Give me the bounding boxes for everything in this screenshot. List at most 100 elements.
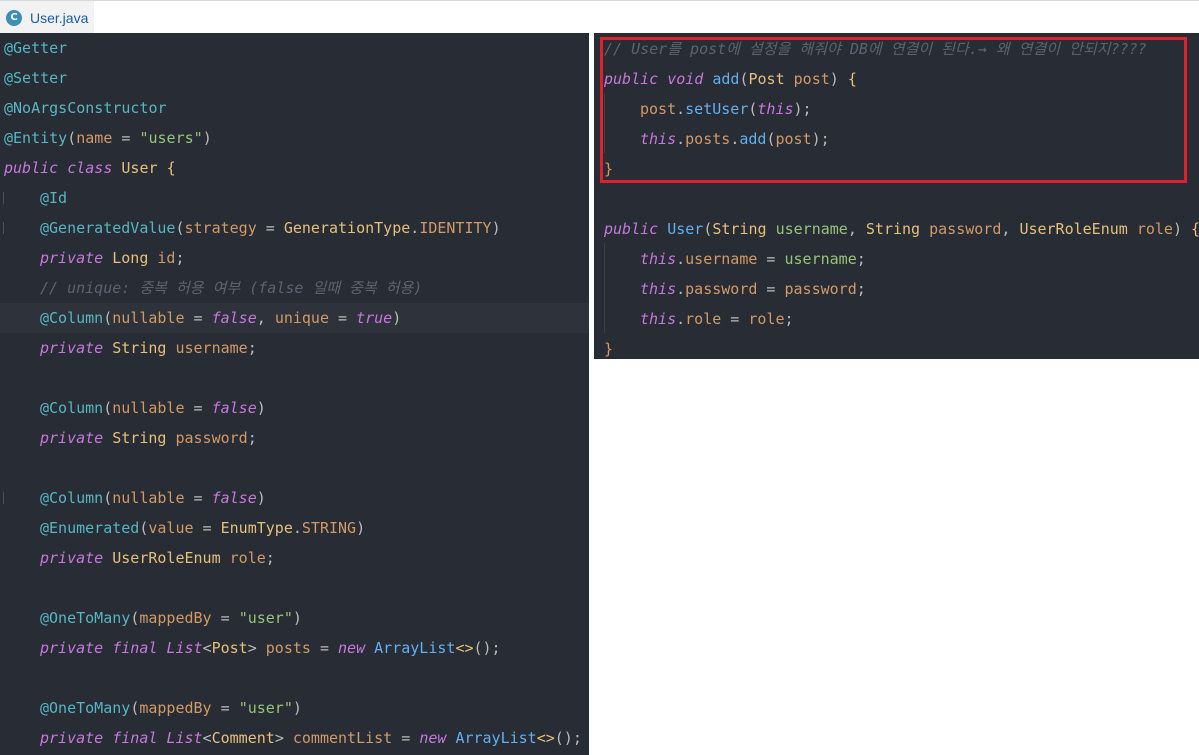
code-line: this.password = password; [640, 274, 866, 304]
code-token: private final [40, 639, 158, 657]
code-token: = [211, 699, 239, 717]
code-token: (); [554, 729, 582, 747]
code-line: this.role = role; [640, 304, 794, 334]
code-token: public [604, 220, 659, 238]
code-token: , [256, 309, 275, 327]
code-token: = [757, 280, 785, 298]
code-token: ) [292, 699, 302, 717]
code-token: } [604, 340, 614, 358]
code-token: { [1191, 220, 1199, 238]
code-token: <> [455, 639, 474, 657]
code-token: @Enumerated [40, 519, 140, 537]
code-token: ; [856, 280, 866, 298]
code-line: public User(String username, String pass… [604, 214, 1199, 244]
code-token: role [748, 310, 785, 328]
code-token: User [667, 220, 704, 238]
gutter-marker [0, 492, 4, 504]
code-token: Post [211, 639, 248, 657]
code-token: ) [392, 309, 402, 327]
code-token: @Getter [4, 39, 68, 57]
code-token: . [676, 250, 686, 268]
code-token: STRING [301, 519, 357, 537]
code-token: value [148, 519, 194, 537]
code-token: ( [130, 699, 140, 717]
code-line: } [604, 334, 613, 359]
code-token: = [256, 219, 284, 237]
code-token: @OneToMany [40, 609, 131, 627]
code-token: true [356, 309, 393, 327]
code-line: @Column(nullable = false, unique = true) [40, 303, 401, 333]
highlight-box [600, 37, 1187, 183]
code-token: = [184, 399, 212, 417]
code-token: List [166, 639, 203, 657]
code-token: commentList [292, 729, 393, 747]
code-token: ) [1172, 220, 1192, 238]
code-line: @Id [40, 183, 67, 213]
code-editor-left[interactable]: @Getter @Setter @NoArgsConstructor @Entity(… [0, 33, 589, 755]
code-token: @Column [40, 399, 104, 417]
code-token: false [211, 399, 257, 417]
code-token: = [310, 639, 339, 657]
code-token: UserRoleEnum [1019, 220, 1128, 238]
code-token: @Column [40, 489, 104, 507]
code-token: // unique: 중복 허용 여부 (false 일때 중복 허용) [40, 279, 423, 297]
code-token: ) [356, 519, 366, 537]
code-token: private [40, 339, 104, 357]
code-token: ; [247, 339, 257, 357]
code-line: @Column(nullable = false) [40, 393, 266, 423]
code-token: . [410, 219, 420, 237]
code-token: = [211, 609, 239, 627]
code-token: "user" [238, 699, 293, 717]
code-token: (); [473, 639, 501, 657]
code-token: String [865, 220, 921, 238]
code-token: password [784, 280, 857, 298]
code-token: false [211, 489, 257, 507]
code-token: id [157, 249, 176, 267]
code-token: < [202, 639, 212, 657]
code-token: @GeneratedValue [40, 219, 176, 237]
code-token: private [40, 549, 104, 567]
code-token: this [640, 310, 677, 328]
code-token: username [775, 220, 848, 238]
code-token: String [112, 339, 167, 357]
code-token: ) [292, 609, 302, 627]
code-line: @Entity(name = "users") [4, 123, 212, 153]
tab-user-java[interactable]: C User.java [0, 1, 94, 34]
java-class-icon: C [6, 9, 22, 26]
code-token: @Setter [4, 69, 68, 87]
code-token: , [847, 220, 866, 238]
code-token: ( [103, 309, 113, 327]
code-token: <> [536, 729, 555, 747]
code-line: @Column(nullable = false) [40, 483, 266, 513]
code-token: username [175, 339, 248, 357]
code-token: ) [202, 129, 212, 147]
code-token: false [211, 309, 257, 327]
code-token: posts [265, 639, 311, 657]
code-token: "users" [139, 129, 203, 147]
code-token: username [784, 250, 857, 268]
code-token: password [929, 220, 1002, 238]
code-token: ArrayList [374, 639, 456, 657]
code-token: List [166, 729, 203, 747]
code-token: ; [856, 250, 866, 268]
code-token: IDENTITY [419, 219, 492, 237]
code-line: private String password; [40, 423, 257, 453]
code-token: ( [103, 489, 113, 507]
code-token: GenerationType [283, 219, 411, 237]
code-token: UserRoleEnum [112, 549, 221, 567]
code-token: ( [130, 609, 140, 627]
code-token: User [121, 159, 158, 177]
editor-tab-bar: C User.java [0, 0, 1199, 34]
code-token: = [184, 309, 212, 327]
code-line: @NoArgsConstructor [4, 93, 167, 123]
code-token: String [712, 220, 767, 238]
code-token: private [40, 429, 104, 447]
